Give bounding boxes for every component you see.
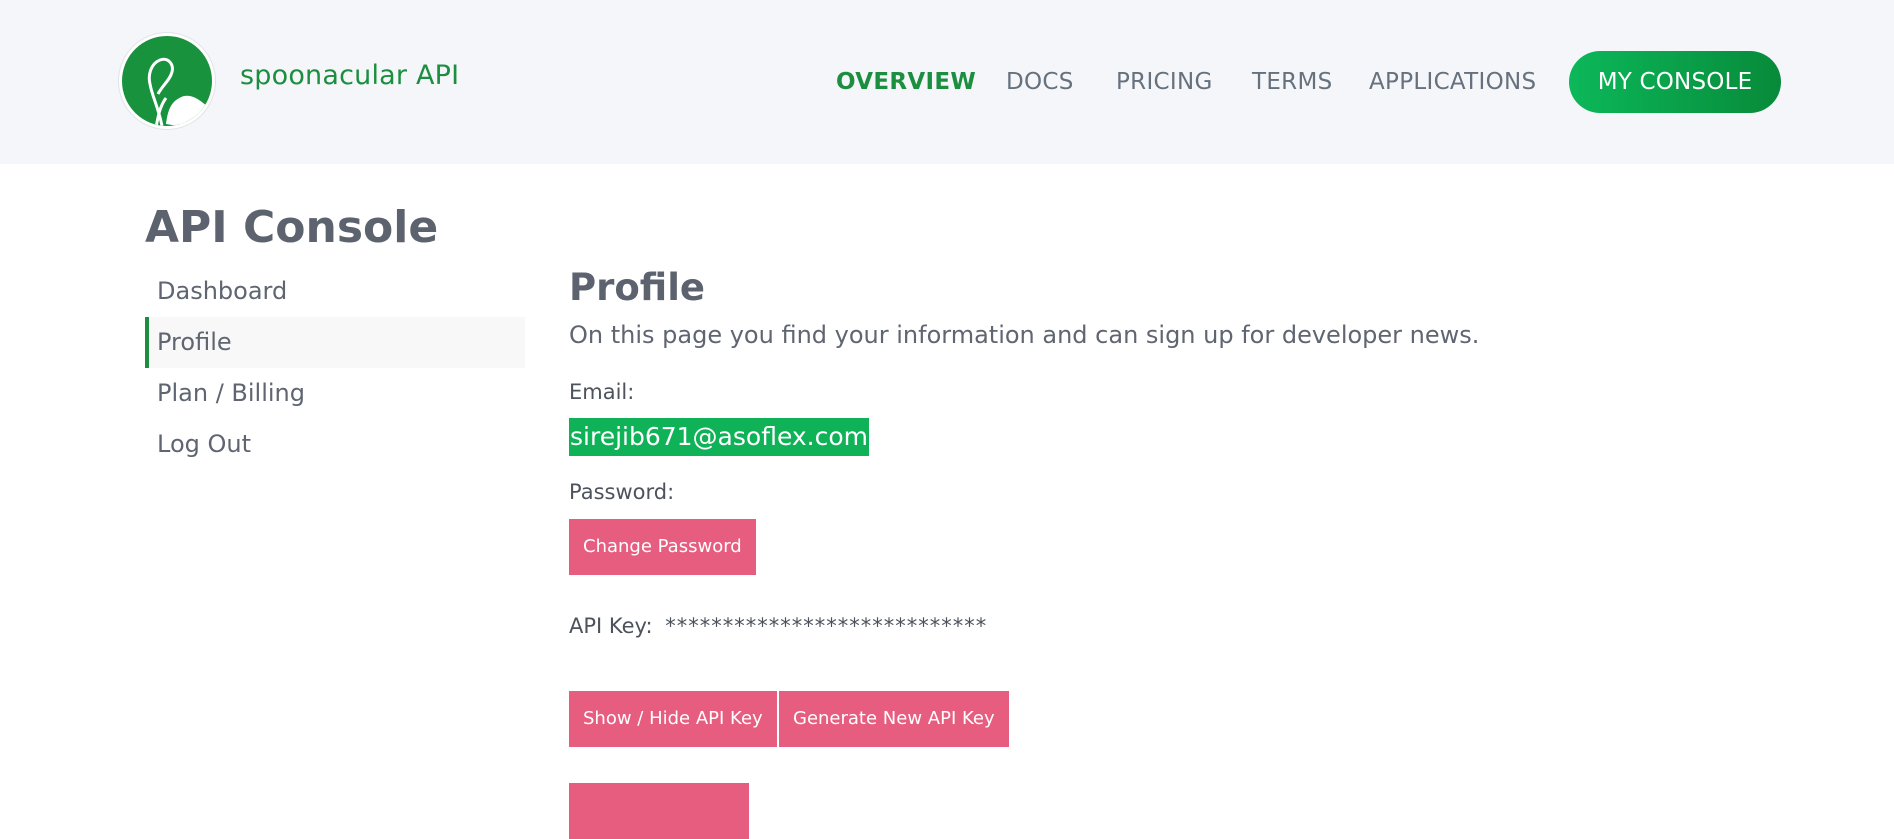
email-label: Email: [569, 380, 635, 404]
api-key-label: API Key: [569, 614, 653, 638]
nav-pricing[interactable]: PRICING [1116, 69, 1213, 95]
change-password-button[interactable]: Change Password [569, 519, 756, 575]
sidebar-item-log-out[interactable]: Log Out [145, 419, 525, 470]
sidebar-item-dashboard[interactable]: Dashboard [145, 266, 525, 317]
partial-button[interactable] [569, 783, 749, 839]
section-description: On this page you find your information a… [569, 321, 1480, 349]
page-title: API Console [145, 202, 439, 253]
nav-overview[interactable]: OVERVIEW [836, 69, 976, 95]
password-label: Password: [569, 480, 675, 504]
site-header: spoonacular API OVERVIEW DOCS PRICING TE… [0, 0, 1894, 164]
nav-docs[interactable]: DOCS [1006, 69, 1074, 95]
nav-terms[interactable]: TERMS [1252, 69, 1333, 95]
console-sidebar: Dashboard Profile Plan / Billing Log Out [145, 266, 525, 470]
sidebar-item-plan-billing[interactable]: Plan / Billing [145, 368, 525, 419]
api-key-row: API Key: **************************** [569, 614, 987, 638]
sidebar-item-profile[interactable]: Profile [145, 317, 525, 368]
generate-api-key-button[interactable]: Generate New API Key [779, 691, 1009, 747]
api-key-value: **************************** [665, 614, 988, 638]
section-title: Profile [569, 266, 705, 309]
nav-applications[interactable]: APPLICATIONS [1369, 69, 1536, 95]
show-hide-api-key-button[interactable]: Show / Hide API Key [569, 691, 777, 747]
my-console-button[interactable]: MY CONSOLE [1569, 51, 1781, 113]
email-value: sirejib671@asoflex.com [569, 418, 870, 456]
